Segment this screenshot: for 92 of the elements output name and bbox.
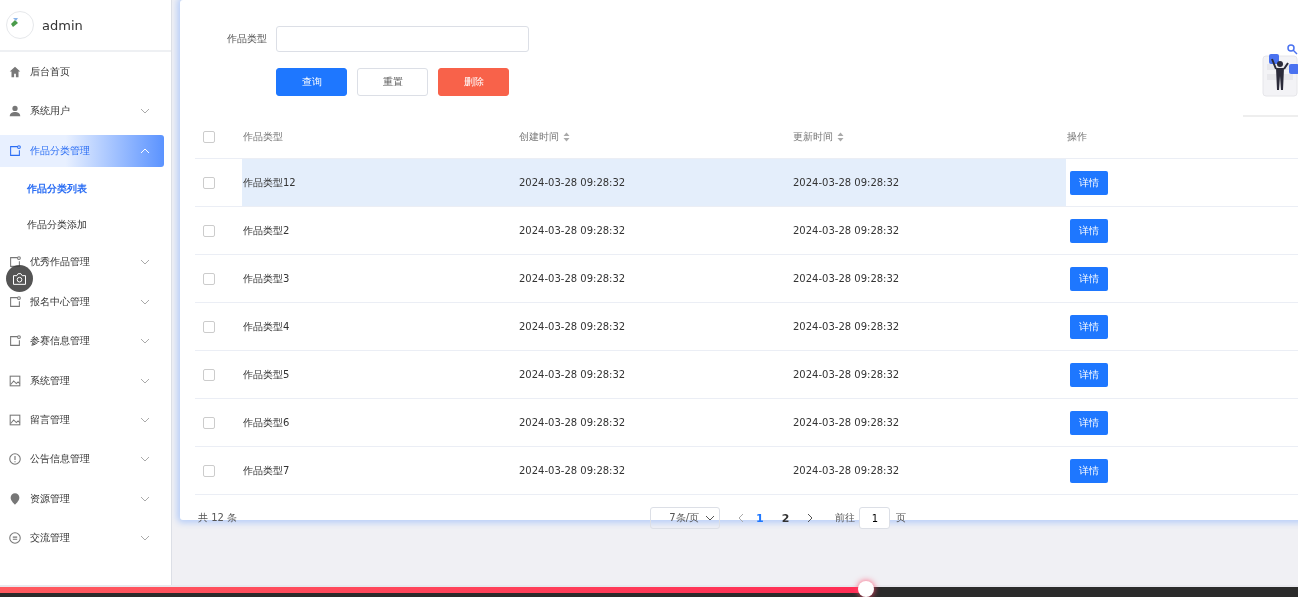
details-button[interactable]: 详情	[1070, 170, 1108, 195]
sort-icon[interactable]	[837, 132, 844, 142]
table-cell: 2024-03-28 09:28:32	[519, 465, 626, 476]
table-cell: 作品类型12	[243, 176, 296, 188]
table-cell: 作品类型2	[243, 224, 290, 236]
chevron-icon	[140, 338, 150, 345]
checkbox[interactable]	[203, 320, 215, 333]
chevron-icon	[140, 108, 150, 115]
table-cell: 2024-03-28 09:28:32	[519, 273, 626, 284]
sidebar-item[interactable]: 公告信息管理	[0, 439, 164, 480]
chevron-icon	[140, 259, 150, 266]
page-input[interactable]: 1	[859, 507, 891, 529]
chevron-icon	[140, 377, 150, 384]
query-button[interactable]: 查询	[276, 68, 347, 96]
page-suffix: 页	[896, 511, 907, 525]
table-cell: 作品类型7	[243, 464, 290, 476]
table-cell: 2024-03-28 09:28:32	[519, 177, 626, 188]
details-button[interactable]: 详情	[1070, 266, 1108, 291]
reset-button[interactable]: 重置	[357, 68, 428, 96]
page-number[interactable]: 2	[781, 511, 790, 525]
checkbox[interactable]	[203, 416, 215, 429]
checkbox[interactable]	[203, 368, 215, 381]
document-icon	[8, 255, 22, 270]
chevron-icon	[140, 456, 150, 463]
sidebar-item[interactable]: 资源管理	[0, 479, 164, 519]
details-button[interactable]: 详情	[1070, 314, 1108, 339]
checkbox[interactable]	[203, 131, 215, 143]
chevron-icon	[140, 495, 150, 502]
table-cell: 2024-03-28 09:28:32	[519, 417, 626, 428]
checkbox[interactable]	[203, 272, 215, 285]
checkbox[interactable]	[203, 464, 215, 477]
table-cell: 2024-03-28 09:28:32	[793, 417, 900, 428]
table-cell: 作品类型5	[243, 368, 290, 380]
table-cell: 2024-03-28 09:28:32	[793, 465, 900, 476]
chevron-icon	[140, 417, 150, 424]
chevron-icon	[140, 535, 150, 542]
details-button[interactable]: 详情	[1070, 410, 1108, 435]
chat-icon	[8, 531, 22, 546]
submenu-item[interactable]: 作品分类列表	[0, 170, 164, 207]
submenu-item[interactable]: 作品分类添加	[0, 206, 164, 243]
document-icon	[8, 143, 22, 158]
table-cell: 作品类型6	[243, 416, 290, 428]
info-icon	[8, 452, 22, 467]
camera-icon	[12, 272, 27, 285]
previous-page-icon[interactable]	[738, 513, 744, 523]
user-icon	[8, 104, 22, 119]
chevron-icon	[140, 147, 150, 154]
home-icon	[8, 64, 22, 79]
table-cell: 2024-03-28 09:28:32	[793, 273, 900, 284]
column-header: 更新时间	[793, 131, 833, 142]
table-cell: 2024-03-28 09:28:32	[793, 177, 900, 188]
sidebar-item[interactable]: 留言管理	[0, 400, 164, 440]
field-label: 作品类型	[227, 32, 267, 46]
location-pin-icon	[8, 491, 22, 506]
column-header: 创建时间	[519, 131, 559, 142]
sidebar-item[interactable]: 交流管理	[0, 518, 164, 558]
table-cell: 作品类型3	[243, 272, 290, 284]
search-field[interactable]	[276, 26, 529, 52]
page-size-select[interactable]: 7条/页	[650, 507, 720, 529]
next-page-icon[interactable]	[807, 513, 814, 523]
table-cell: 2024-03-28 09:28:32	[519, 369, 626, 380]
table-cell: 2024-03-28 09:28:32	[793, 369, 900, 380]
checkbox[interactable]	[203, 176, 215, 189]
document-icon	[8, 294, 22, 309]
table-cell: 2024-03-28 09:28:32	[519, 321, 626, 332]
image-icon	[8, 413, 22, 428]
column-header: 操作	[1067, 131, 1087, 142]
details-button[interactable]: 详情	[1070, 218, 1108, 243]
sidebar-item[interactable]: 参赛信息管理	[0, 321, 164, 361]
total-count: 共 12 条	[198, 511, 239, 525]
table-cell: 2024-03-28 09:28:32	[793, 321, 900, 332]
avatar	[6, 11, 34, 39]
sidebar-item[interactable]: 后台首页	[0, 52, 164, 92]
sidebar-item[interactable]: 报名中心管理	[0, 282, 164, 322]
details-button[interactable]: 详情	[1070, 458, 1108, 483]
chevron-icon	[705, 515, 715, 521]
username: admin	[42, 17, 83, 33]
page-number[interactable]: 1	[756, 511, 764, 525]
column-header: 作品类型	[243, 131, 283, 142]
table-cell: 2024-03-28 09:28:32	[519, 225, 626, 236]
sidebar-item[interactable]: 作品分类管理	[0, 134, 164, 167]
document-icon	[8, 334, 22, 349]
details-button[interactable]: 详情	[1070, 362, 1108, 387]
image-icon	[8, 373, 22, 388]
chevron-icon	[140, 298, 150, 305]
sidebar-item[interactable]: 系统管理	[0, 360, 164, 401]
table-cell: 作品类型4	[243, 320, 290, 332]
checkbox[interactable]	[203, 224, 215, 237]
table-cell: 2024-03-28 09:28:32	[793, 225, 900, 236]
sidebar-item[interactable]: 系统用户	[0, 91, 164, 131]
sort-icon[interactable]	[563, 132, 570, 142]
goto-label: 前往	[835, 511, 856, 525]
